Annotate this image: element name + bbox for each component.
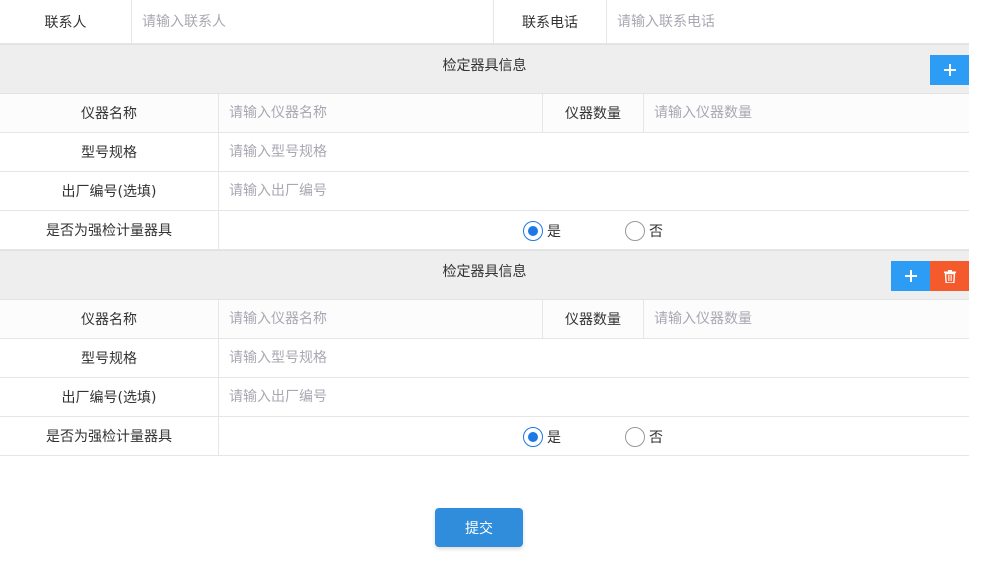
instrument-quantity-cell [644, 94, 969, 132]
model-row: 型号规格 [0, 339, 969, 378]
plus-icon [904, 270, 917, 282]
mandatory-yes-radio[interactable]: 是 [523, 427, 561, 447]
contact-row: 联系人 联系电话 [0, 0, 969, 44]
contact-name-label: 联系人 [0, 0, 132, 43]
instrument-name-label: 仪器名称 [0, 300, 219, 338]
serial-input[interactable] [229, 378, 969, 416]
model-row: 型号规格 [0, 133, 969, 172]
instrument-quantity-label: 仪器数量 [543, 300, 644, 338]
instrument-name-input[interactable] [229, 94, 542, 132]
instrument-name-input[interactable] [229, 300, 542, 338]
plus-icon [943, 64, 956, 76]
trash-icon [943, 269, 956, 283]
instrument-quantity-label: 仪器数量 [543, 94, 644, 132]
model-input[interactable] [229, 133, 969, 171]
mandatory-radio-group: 是 否 [219, 417, 969, 455]
add-instrument-button[interactable] [891, 261, 930, 291]
instrument-name-label: 仪器名称 [0, 94, 219, 132]
contact-name-cell [132, 0, 494, 43]
model-label: 型号规格 [0, 339, 219, 377]
serial-row: 出厂编号(选填) [0, 172, 969, 211]
instrument-section-header: 检定器具信息 [0, 250, 969, 300]
serial-label: 出厂编号(选填) [0, 172, 219, 210]
instrument-name-row: 仪器名称 仪器数量 [0, 94, 969, 133]
instrument-name-row: 仪器名称 仪器数量 [0, 300, 969, 339]
mandatory-label: 是否为强检计量器具 [0, 417, 219, 455]
mandatory-row: 是否为强检计量器具 是 否 [0, 211, 969, 250]
radio-checked-icon [523, 221, 543, 241]
add-instrument-button[interactable] [930, 55, 969, 85]
section-title: 检定器具信息 [442, 58, 527, 74]
radio-unchecked-icon [625, 427, 645, 447]
section-title: 检定器具信息 [442, 264, 527, 280]
mandatory-radio-group: 是 否 [219, 211, 969, 249]
serial-label: 出厂编号(选填) [0, 378, 219, 416]
serial-row: 出厂编号(选填) [0, 378, 969, 417]
model-label: 型号规格 [0, 133, 219, 171]
contact-name-input[interactable] [142, 0, 493, 43]
submit-button[interactable]: 提交 [435, 508, 523, 547]
mandatory-no-label: 否 [649, 430, 663, 446]
radio-unchecked-icon [625, 221, 645, 241]
instrument-section-header: 检定器具信息 [0, 44, 969, 94]
radio-checked-icon [523, 427, 543, 447]
mandatory-row: 是否为强检计量器具 是 否 [0, 417, 969, 456]
mandatory-yes-radio[interactable]: 是 [523, 221, 561, 241]
mandatory-no-label: 否 [649, 224, 663, 240]
instrument-quantity-input[interactable] [654, 94, 969, 132]
mandatory-no-radio[interactable]: 否 [625, 221, 663, 241]
model-input[interactable] [229, 339, 969, 377]
instrument-name-cell [219, 300, 543, 338]
mandatory-yes-label: 是 [547, 224, 561, 240]
mandatory-label: 是否为强检计量器具 [0, 211, 219, 249]
section-actions [891, 261, 969, 291]
section-actions [930, 55, 969, 85]
contact-phone-label: 联系电话 [494, 0, 607, 43]
verification-form: 联系人 联系电话 检定器具信息 仪器名称 仪器数量 型号规格 [0, 0, 969, 456]
contact-phone-input[interactable] [617, 0, 969, 43]
model-cell [219, 339, 969, 377]
instrument-quantity-input[interactable] [654, 300, 969, 338]
instrument-quantity-cell [644, 300, 969, 338]
contact-phone-cell [607, 0, 969, 43]
serial-input[interactable] [229, 172, 969, 210]
mandatory-no-radio[interactable]: 否 [625, 427, 663, 447]
serial-cell [219, 378, 969, 416]
serial-cell [219, 172, 969, 210]
model-cell [219, 133, 969, 171]
mandatory-yes-label: 是 [547, 430, 561, 446]
delete-instrument-button[interactable] [930, 261, 969, 291]
instrument-name-cell [219, 94, 543, 132]
